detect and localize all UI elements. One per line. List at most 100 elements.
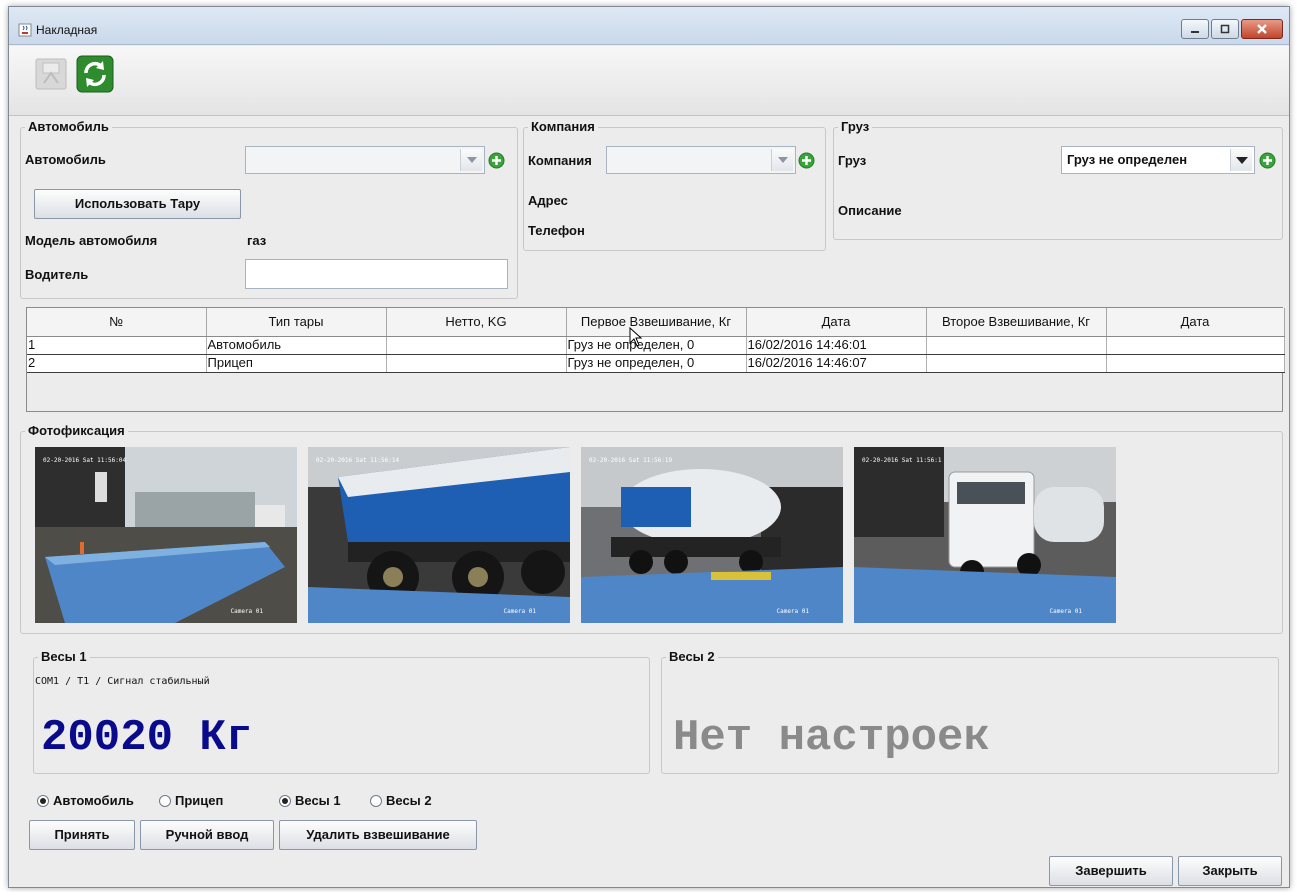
table-row[interactable]: 1 Автомобиль Груз не определен, 0 16/02/… bbox=[27, 336, 1285, 355]
company-group-title: Компания bbox=[528, 119, 598, 135]
radio-scale2[interactable]: Весы 2 bbox=[370, 793, 432, 809]
photo-4[interactable]: 02-20-2016 Sat 11:56:1 Camera 01 bbox=[854, 447, 1116, 623]
table-cell: 16/02/2016 14:46:01 bbox=[746, 336, 927, 355]
column-header-first-weighing[interactable]: Первое Взвешивание, Кг bbox=[566, 308, 747, 337]
table-cell: 1 bbox=[27, 336, 207, 355]
column-header-date-1[interactable]: Дата bbox=[746, 308, 927, 337]
radio-vehicle-indicator[interactable] bbox=[37, 795, 49, 807]
delete-weighing-button[interactable]: Удалить взвешивание bbox=[279, 820, 477, 850]
cargo-label: Груз bbox=[838, 153, 867, 168]
accept-button[interactable]: Принять bbox=[29, 820, 135, 850]
chevron-down-icon[interactable] bbox=[1230, 149, 1252, 171]
phone-label: Телефон bbox=[528, 223, 585, 238]
maximize-icon bbox=[1220, 24, 1230, 34]
table-cell bbox=[1106, 336, 1285, 355]
photo-2[interactable]: 02-20-2016 Sat 11:56:14 Camera 01 bbox=[308, 447, 570, 623]
photo-3-timestamp: 02-20-2016 Sat 11:56:19 bbox=[589, 457, 673, 464]
table-cell: Автомобиль bbox=[206, 336, 387, 355]
chevron-down-icon[interactable] bbox=[460, 149, 482, 171]
table-header-row: № Тип тары Нетто, KG Первое Взвешивание,… bbox=[27, 308, 1285, 337]
window-controls bbox=[1181, 19, 1283, 39]
scale2-reading: Нет настроек bbox=[673, 713, 990, 763]
scale2-group-title: Весы 2 bbox=[666, 649, 718, 665]
photo-2-timestamp: 02-20-2016 Sat 11:56:14 bbox=[316, 457, 400, 464]
table-cell: Прицеп bbox=[206, 354, 387, 373]
vehicle-model-label: Модель автомобиля bbox=[25, 233, 158, 248]
radio-scale1-label: Весы 1 bbox=[295, 793, 341, 808]
table-cell bbox=[926, 336, 1107, 355]
maximize-button[interactable] bbox=[1211, 19, 1239, 39]
chevron-down-icon[interactable] bbox=[771, 149, 793, 171]
photo-3[interactable]: 02-20-2016 Sat 11:56:19 Camera 01 bbox=[581, 447, 843, 623]
column-header-tare-type[interactable]: Тип тары bbox=[206, 308, 387, 337]
vehicle-combo[interactable] bbox=[245, 146, 485, 174]
cargo-combo-value: Груз не определен bbox=[1067, 152, 1188, 167]
photo-1-camera: Camera 01 bbox=[230, 608, 263, 615]
table-row[interactable]: 2 Прицеп Груз не определен, 0 16/02/2016… bbox=[27, 354, 1285, 373]
table-cell: 2 bbox=[27, 354, 207, 373]
table-cell bbox=[926, 354, 1107, 373]
vehicle-label: Автомобиль bbox=[25, 152, 106, 167]
photo-4-timestamp: 02-20-2016 Sat 11:56:1 bbox=[862, 457, 942, 464]
description-label: Описание bbox=[838, 203, 902, 218]
address-label: Адрес bbox=[528, 193, 568, 208]
refresh-button[interactable] bbox=[75, 54, 115, 94]
close-icon bbox=[1257, 24, 1267, 34]
minimize-icon bbox=[1191, 31, 1199, 33]
driver-label: Водитель bbox=[25, 267, 89, 282]
table-cell: Груз не определен, 0 bbox=[566, 336, 747, 355]
photo-2-image bbox=[308, 447, 570, 623]
title-bar[interactable]: Накладная bbox=[9, 7, 1289, 45]
column-header-number[interactable]: № bbox=[27, 308, 207, 337]
radio-trailer[interactable]: Прицеп bbox=[159, 793, 223, 809]
toolbar bbox=[9, 46, 1289, 116]
use-tare-button[interactable]: Использовать Тару bbox=[34, 189, 241, 219]
cargo-group-title: Груз bbox=[838, 119, 873, 135]
radio-scale1-indicator[interactable] bbox=[279, 795, 291, 807]
photo-1-timestamp: 02-20-2016 Sat 11:56:04 bbox=[43, 457, 127, 464]
table-cell bbox=[386, 354, 567, 373]
cargo-combo[interactable]: Груз не определен bbox=[1061, 146, 1255, 174]
radio-scale2-indicator[interactable] bbox=[370, 795, 382, 807]
invoice-window: Накладная Автомобиль Автомобиль Использо… bbox=[8, 6, 1290, 888]
printer-disabled-icon bbox=[35, 58, 67, 90]
driver-input[interactable] bbox=[245, 259, 508, 289]
column-header-net[interactable]: Нетто, KG bbox=[386, 308, 567, 337]
table-cell: Груз не определен, 0 bbox=[566, 354, 747, 373]
add-cargo-icon[interactable] bbox=[1259, 152, 1276, 169]
company-label: Компания bbox=[528, 153, 592, 168]
add-company-icon[interactable] bbox=[798, 152, 815, 169]
radio-vehicle[interactable]: Автомобиль bbox=[37, 793, 134, 809]
photo-2-camera: Camera 01 bbox=[503, 608, 536, 615]
radio-vehicle-label: Автомобиль bbox=[53, 793, 134, 808]
table-cell bbox=[1106, 354, 1285, 373]
column-header-date-2[interactable]: Дата bbox=[1106, 308, 1285, 337]
finish-button[interactable]: Завершить bbox=[1049, 856, 1173, 886]
close-button[interactable]: Закрыть bbox=[1178, 856, 1282, 886]
photo-3-image bbox=[581, 447, 843, 623]
table-cell: 16/02/2016 14:46:07 bbox=[746, 354, 927, 373]
scale1-group-title: Весы 1 bbox=[38, 649, 90, 665]
java-cup-icon bbox=[18, 23, 32, 37]
refresh-icon bbox=[76, 55, 114, 93]
company-combo[interactable] bbox=[606, 146, 796, 174]
radio-trailer-indicator[interactable] bbox=[159, 795, 171, 807]
window-title: Накладная bbox=[36, 23, 98, 37]
photo-4-camera: Camera 01 bbox=[1049, 608, 1082, 615]
photo-group-title: Фотофиксация bbox=[25, 423, 128, 439]
print-button[interactable] bbox=[31, 54, 71, 94]
weighings-table: № Тип тары Нетто, KG Первое Взвешивание,… bbox=[26, 307, 1285, 412]
radio-scale2-label: Весы 2 bbox=[386, 793, 432, 808]
cargo-group: Груз bbox=[833, 119, 1283, 240]
radio-trailer-label: Прицеп bbox=[175, 793, 224, 808]
mouse-cursor-icon bbox=[629, 327, 643, 347]
radio-scale1[interactable]: Весы 1 bbox=[279, 793, 341, 809]
column-header-second-weighing[interactable]: Второе Взвешивание, Кг bbox=[926, 308, 1107, 337]
photo-1[interactable]: 02-20-2016 Sat 11:56:04 Camera 01 bbox=[35, 447, 297, 623]
add-vehicle-icon[interactable] bbox=[488, 152, 505, 169]
manual-input-button[interactable]: Ручной ввод bbox=[140, 820, 274, 850]
table-cell bbox=[386, 336, 567, 355]
close-window-button[interactable] bbox=[1241, 19, 1283, 39]
scale1-reading: 20020 Кг bbox=[41, 713, 253, 763]
minimize-button[interactable] bbox=[1181, 19, 1209, 39]
